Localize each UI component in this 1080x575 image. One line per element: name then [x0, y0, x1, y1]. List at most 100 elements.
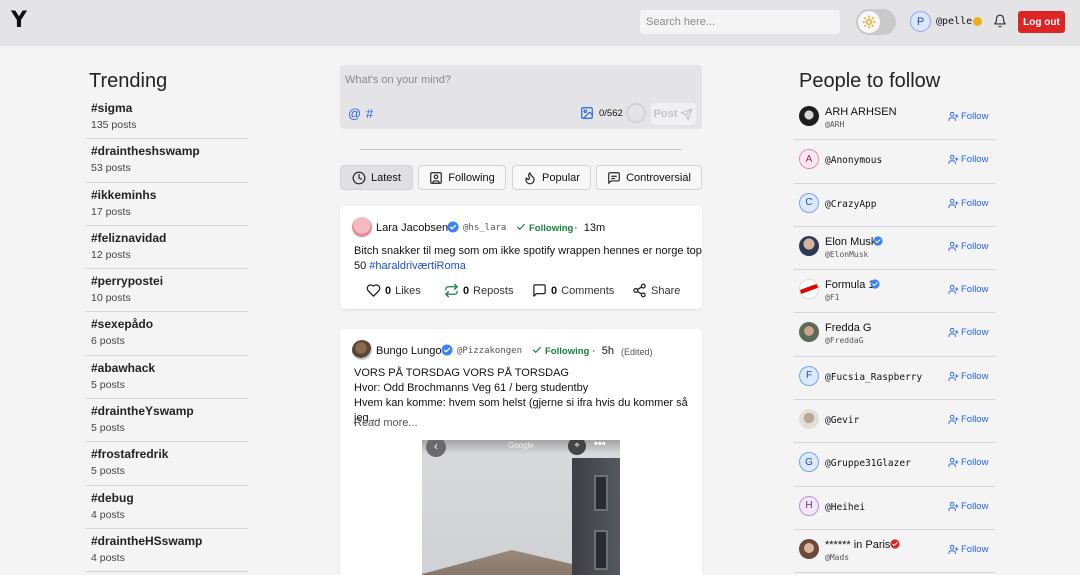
trending-item[interactable]: #perrypostei 10 posts: [86, 269, 248, 313]
person-item[interactable]: Elon Musk @ElonMusk Follow: [794, 227, 995, 271]
person-name[interactable]: @Anonymous: [825, 155, 882, 166]
post-image[interactable]: ‹ Google ⌖ •••: [422, 440, 620, 575]
trending-item[interactable]: #sexepådo 6 posts: [86, 312, 248, 356]
follow-label: Follow: [961, 284, 989, 296]
person-avatar[interactable]: G: [799, 452, 819, 473]
follow-button[interactable]: Follow: [948, 198, 988, 209]
tab-popular[interactable]: Popular: [512, 165, 591, 190]
post-avatar[interactable]: [352, 217, 372, 237]
bell-icon[interactable]: [993, 13, 1007, 32]
person-name[interactable]: Elon Musk: [825, 236, 876, 248]
like-button[interactable]: 0 Likes: [366, 283, 421, 298]
person-avatar[interactable]: [799, 279, 819, 300]
hashtag-button[interactable]: #: [366, 106, 373, 121]
user-plus-icon: [948, 458, 959, 468]
current-username[interactable]: @pelle: [936, 16, 972, 27]
tab-following[interactable]: Following: [418, 165, 506, 190]
user-avatar[interactable]: P: [910, 11, 931, 32]
follow-button[interactable]: Follow: [948, 327, 988, 338]
follow-button[interactable]: Follow: [948, 544, 988, 555]
trending-item[interactable]: #debug 4 posts: [86, 486, 248, 529]
trending-count: 6 posts: [91, 335, 125, 348]
follow-button[interactable]: Follow: [948, 371, 988, 382]
edited-label: (Edited): [621, 347, 653, 357]
person-name[interactable]: @Heihei: [825, 502, 865, 513]
trending-item[interactable]: #sigma 135 posts: [86, 96, 248, 140]
mention-button[interactable]: @: [348, 106, 361, 121]
person-name[interactable]: Formula 1: [825, 279, 875, 291]
theme-toggle[interactable]: [856, 9, 896, 35]
person-item[interactable]: ****** in Paris @Mads Follow: [794, 530, 995, 574]
person-name[interactable]: @Fucsia_Raspberry: [825, 372, 922, 383]
person-avatar[interactable]: [799, 322, 819, 343]
tab-latest[interactable]: Latest: [340, 165, 413, 190]
person-item[interactable]: @Gevir Follow: [794, 400, 995, 444]
post-author-handle[interactable]: @Pizzakongen: [457, 346, 522, 356]
trending-count: 12 posts: [91, 248, 131, 261]
user-square-icon: [430, 171, 443, 184]
person-item[interactable]: A @Anonymous Follow: [794, 140, 995, 184]
person-avatar[interactable]: H: [799, 495, 819, 516]
trending-item[interactable]: #draintheHSswamp 4 posts: [86, 529, 248, 573]
person-avatar[interactable]: F: [799, 365, 819, 386]
comment-button[interactable]: 0 Comments: [532, 283, 614, 298]
person-avatar[interactable]: [799, 235, 819, 256]
trending-item[interactable]: #draintheYswamp 5 posts: [86, 399, 248, 443]
read-more-link[interactable]: Read more...: [354, 417, 418, 429]
person-avatar[interactable]: [799, 409, 819, 430]
follow-button[interactable]: Follow: [948, 414, 988, 425]
person-avatar[interactable]: A: [799, 149, 819, 170]
post-button[interactable]: Post: [651, 103, 696, 125]
person-item[interactable]: Formula 1 @F1 Follow: [794, 270, 995, 314]
app-logo[interactable]: Y: [11, 8, 27, 33]
repost-button[interactable]: 0 Reposts: [444, 283, 513, 298]
post-composer[interactable]: What's on your mind? @ # 0/562 Post: [340, 65, 702, 129]
verified-badge-icon: [873, 236, 883, 246]
trending-item[interactable]: #draintheshswamp 53 posts: [86, 139, 248, 183]
follow-button[interactable]: Follow: [948, 241, 988, 252]
flame-icon: [525, 171, 535, 184]
person-name[interactable]: @Gevir: [825, 415, 859, 426]
person-name[interactable]: @CrazyApp: [825, 199, 876, 210]
follow-button[interactable]: Follow: [948, 284, 988, 295]
trending-count: 5 posts: [91, 465, 125, 478]
post-hashtag-link[interactable]: #haraldriværtiRoma: [369, 260, 466, 272]
person-name[interactable]: ****** in Paris: [825, 539, 890, 551]
search-input[interactable]: [640, 10, 840, 34]
person-item[interactable]: ARH ARHSEN @ARH Follow: [794, 97, 995, 141]
post-author-name[interactable]: Bungo Lungo: [376, 345, 441, 357]
share-button[interactable]: Share: [632, 283, 680, 298]
follow-button[interactable]: Follow: [948, 111, 988, 122]
person-avatar[interactable]: [799, 106, 819, 126]
person-name[interactable]: @Gruppe31Glazer: [825, 458, 911, 469]
trending-item[interactable]: #frostafredrik 5 posts: [86, 442, 248, 486]
post-avatar[interactable]: [352, 340, 372, 360]
person-item[interactable]: Fredda G @FreddaG Follow: [794, 313, 995, 357]
back-icon[interactable]: ‹: [426, 440, 446, 457]
post-button-label: Post: [653, 108, 678, 120]
person-name[interactable]: ARH ARHSEN: [825, 106, 897, 118]
person-item[interactable]: F @Fucsia_Raspberry Follow: [794, 357, 995, 401]
post-author-handle[interactable]: @hs_lara: [463, 223, 506, 233]
person-name[interactable]: Fredda G: [825, 322, 871, 334]
person-avatar[interactable]: [799, 538, 819, 559]
trending-count: 10 posts: [91, 292, 131, 305]
tab-controversial[interactable]: Controversial: [596, 165, 702, 190]
logout-button[interactable]: Log out: [1018, 11, 1065, 33]
composer-input[interactable]: What's on your mind?: [345, 74, 451, 86]
person-avatar[interactable]: C: [799, 192, 819, 213]
trending-item[interactable]: #abawhack 5 posts: [86, 356, 248, 400]
follow-button[interactable]: Follow: [948, 457, 988, 468]
person-item[interactable]: C @CrazyApp Follow: [794, 184, 995, 227]
person-item[interactable]: H @Heihei Follow: [794, 487, 995, 530]
follow-button[interactable]: Follow: [948, 501, 988, 512]
post-text: Bitch snakker til meg som om ikke spotif…: [354, 244, 702, 274]
more-options-icon[interactable]: •••: [594, 440, 606, 450]
follow-button[interactable]: Follow: [948, 154, 988, 165]
trending-item[interactable]: #ikkeminhs 17 posts: [86, 183, 248, 226]
person-handle: @Mads: [825, 552, 850, 562]
person-item[interactable]: G @Gruppe31Glazer Follow: [794, 443, 995, 487]
image-icon[interactable]: [580, 106, 594, 123]
trending-item[interactable]: #feliznavidad 12 posts: [86, 226, 248, 270]
post-author-name[interactable]: Lara Jacobsen: [376, 222, 448, 234]
